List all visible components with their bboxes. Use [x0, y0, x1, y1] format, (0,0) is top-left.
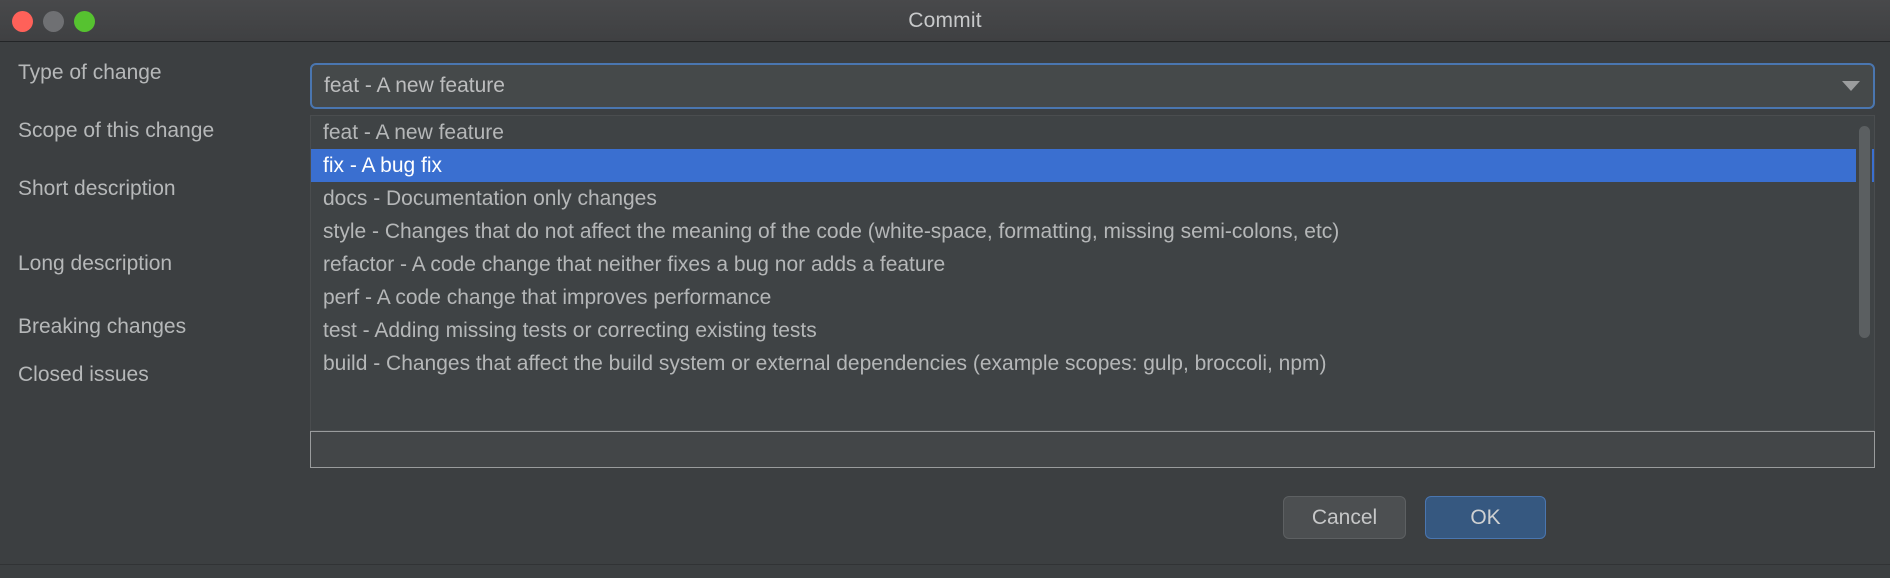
type-of-change-combobox[interactable]: feat - A new feature: [310, 63, 1875, 109]
dropdown-option[interactable]: docs - Documentation only changes: [311, 182, 1874, 215]
dropdown-option[interactable]: refactor - A code change that neither fi…: [311, 248, 1874, 281]
label-closed-issues: Closed issues: [18, 363, 149, 386]
window-title: Commit: [908, 8, 982, 32]
ok-button[interactable]: OK: [1425, 496, 1546, 539]
dropdown-scrollbar-thumb[interactable]: [1859, 126, 1870, 338]
dropdown-scrollbar[interactable]: [1856, 118, 1872, 430]
minimize-window-button[interactable]: [43, 10, 64, 32]
dropdown-option[interactable]: style - Changes that do not affect the m…: [311, 215, 1874, 248]
dialog-content: Type of change Scope of this change Shor…: [0, 43, 1890, 578]
dropdown-option[interactable]: feat - A new feature: [311, 116, 1874, 149]
dropdown-option[interactable]: test - Adding missing tests or correctin…: [311, 314, 1874, 347]
label-long-description: Long description: [18, 252, 173, 275]
label-scope-of-this-change: Scope of this change: [18, 119, 215, 142]
closed-issues-input[interactable]: [310, 431, 1875, 468]
window-controls: [12, 0, 95, 42]
dropdown-option[interactable]: perf - A code change that improves perfo…: [311, 281, 1874, 314]
type-of-change-dropdown-list[interactable]: feat - A new feature fix - A bug fix doc…: [310, 115, 1875, 431]
maximize-window-button[interactable]: [74, 10, 95, 32]
close-window-button[interactable]: [12, 10, 33, 32]
type-of-change-selected-value: feat - A new feature: [324, 74, 505, 97]
chevron-down-icon[interactable]: [1841, 80, 1861, 92]
label-type-of-change: Type of change: [18, 61, 162, 84]
commit-dialog-window: Commit Type of change Scope of this chan…: [0, 0, 1890, 578]
dropdown-option[interactable]: fix - A bug fix: [311, 149, 1874, 182]
cancel-button[interactable]: Cancel: [1283, 496, 1406, 539]
label-short-description: Short description: [18, 177, 176, 200]
window-bottom-edge: [0, 564, 1890, 578]
titlebar: Commit: [0, 0, 1890, 42]
dropdown-option[interactable]: build - Changes that affect the build sy…: [311, 347, 1874, 380]
label-breaking-changes: Breaking changes: [18, 315, 187, 338]
